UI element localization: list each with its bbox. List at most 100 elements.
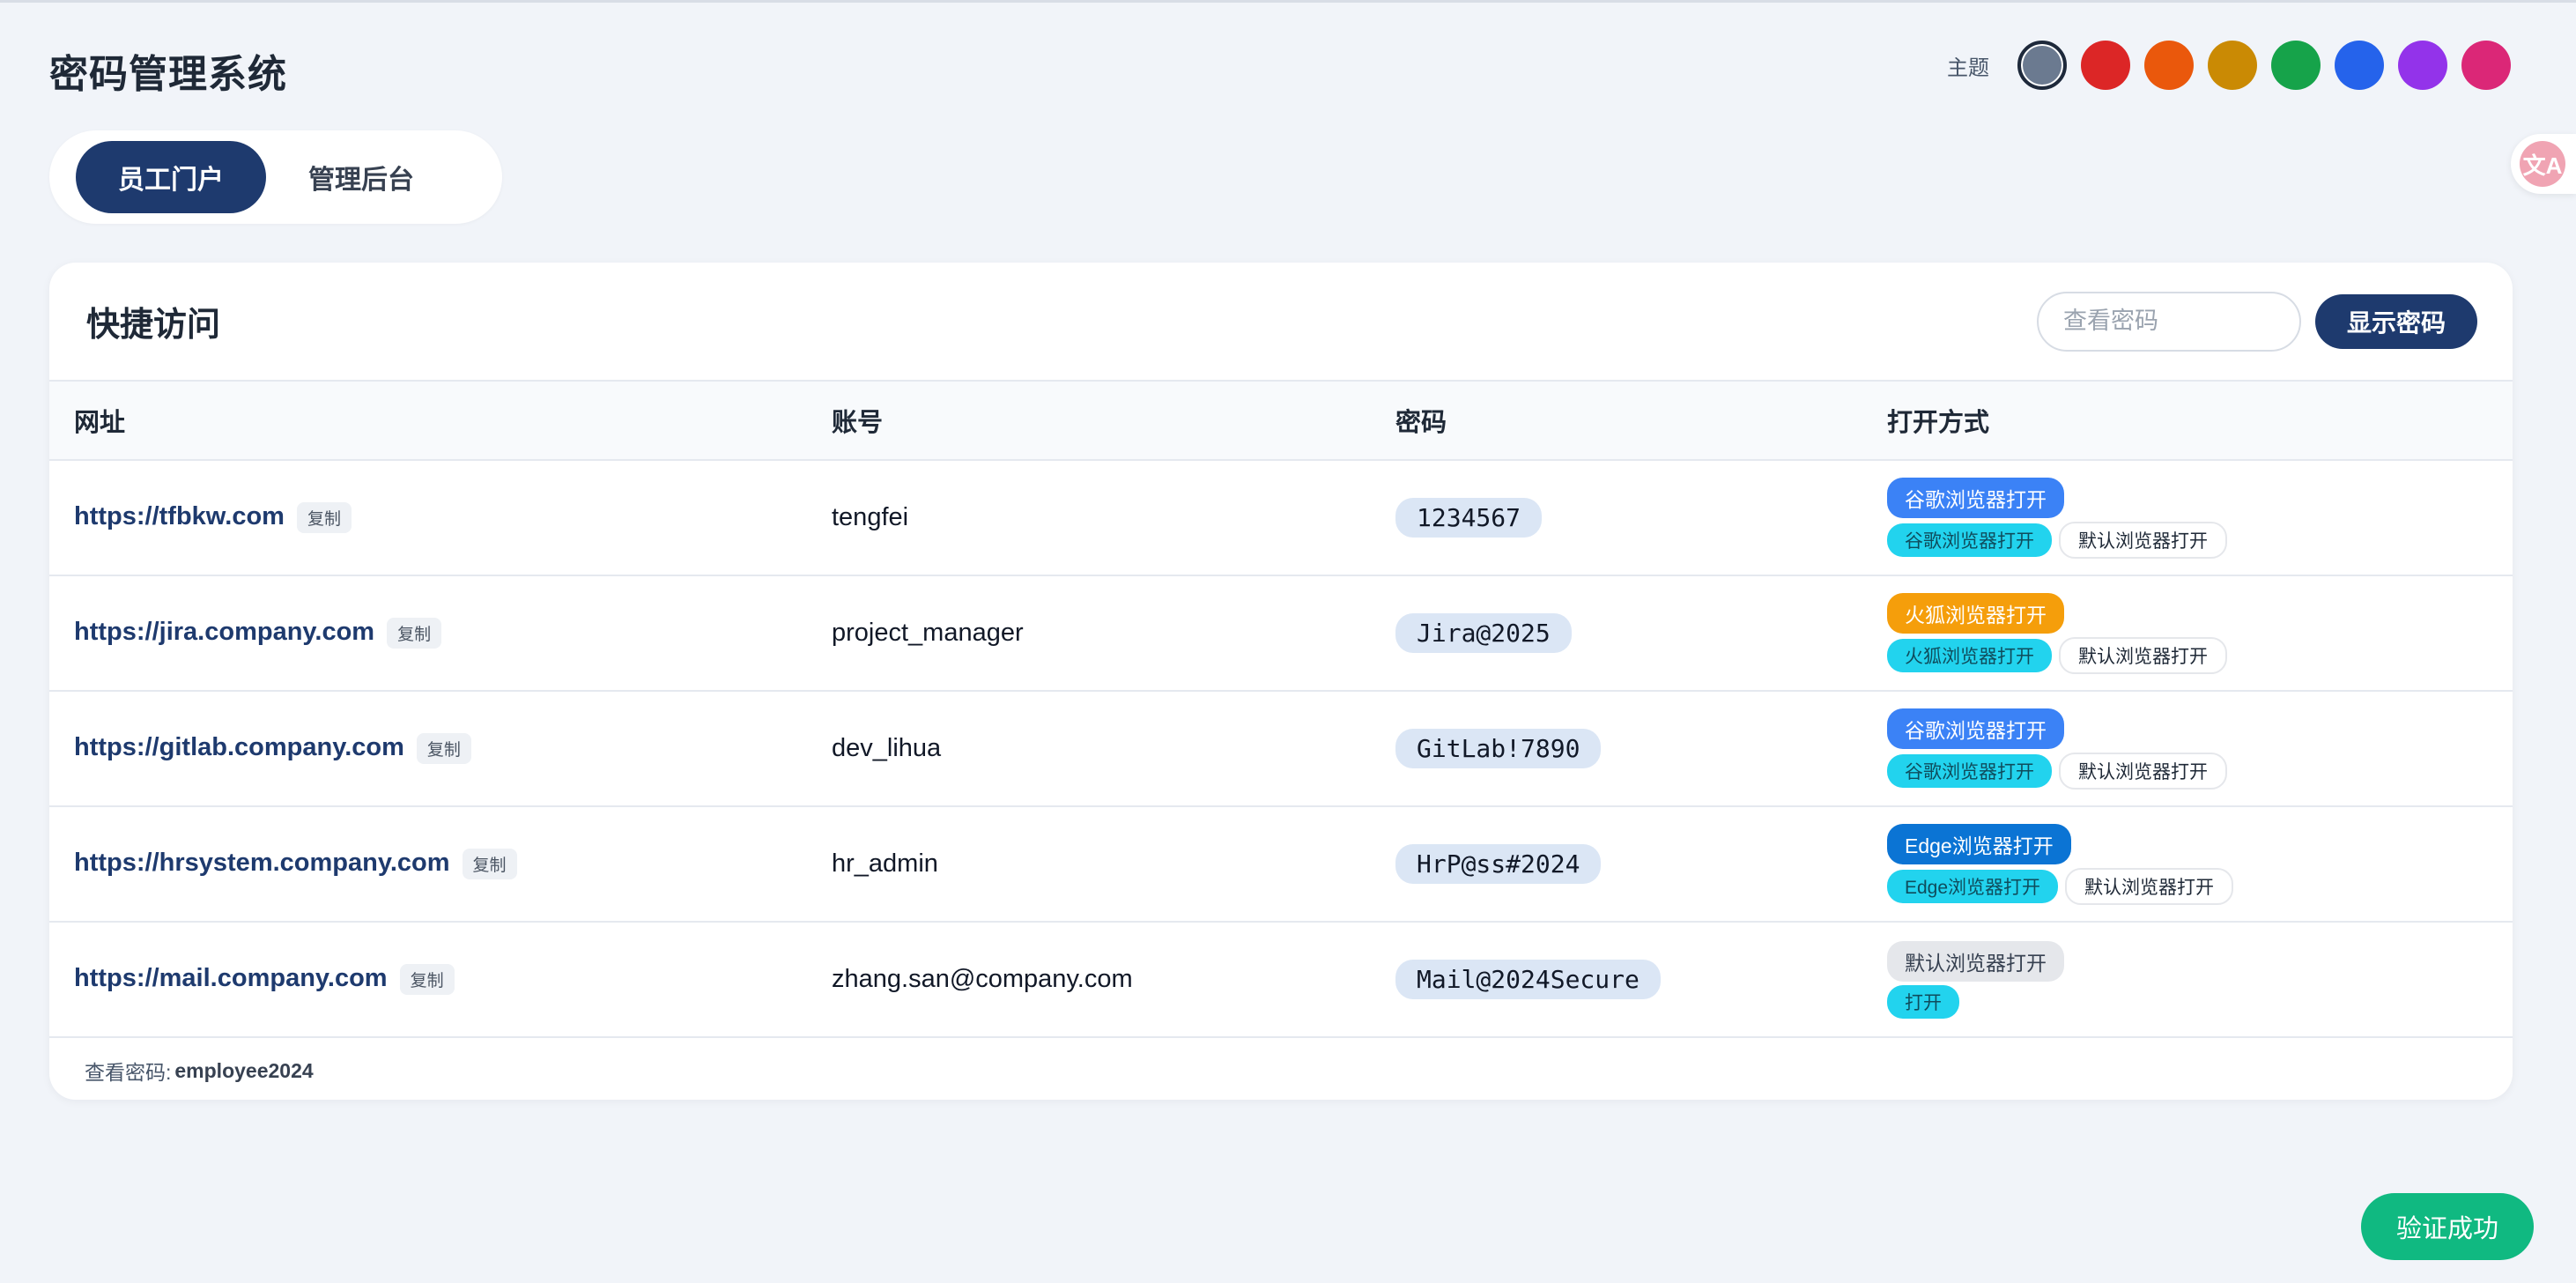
open-options-row: 谷歌浏览器打开 默认浏览器打开 xyxy=(1887,521,2227,559)
copy-button[interactable]: 复制 xyxy=(416,733,471,764)
open-method-cell: 默认浏览器打开 打开 xyxy=(1887,922,2513,1038)
page-title: 密码管理系统 xyxy=(49,53,287,96)
open-browser-alt-button[interactable]: 谷歌浏览器打开 xyxy=(1887,523,2052,557)
password-cell: 1234567 xyxy=(1395,460,1887,576)
password-chip[interactable]: Mail@2024Secure xyxy=(1395,960,1661,999)
password-chip[interactable]: GitLab!7890 xyxy=(1395,729,1602,768)
theme-swatch[interactable] xyxy=(2398,41,2447,90)
account-cell: zhang.san@company.com xyxy=(832,922,1395,1038)
account-text: zhang.san@company.com xyxy=(832,965,1133,993)
open-options-row: 火狐浏览器打开 默认浏览器打开 xyxy=(1887,636,2227,674)
theme-swatch[interactable] xyxy=(2461,41,2511,90)
open-browser-alt-button[interactable]: 打开 xyxy=(1887,984,1959,1019)
copy-button[interactable]: 复制 xyxy=(387,618,442,649)
account-text: project_manager xyxy=(832,619,1024,647)
open-browser-button[interactable]: 火狐浏览器打开 xyxy=(1887,592,2064,634)
theme-swatch[interactable] xyxy=(2017,41,2067,90)
open-browser-button[interactable]: 默认浏览器打开 xyxy=(1887,940,2064,982)
account-cell: tengfei xyxy=(832,460,1395,576)
password-cell: Mail@2024Secure xyxy=(1395,922,1887,1038)
open-browser-alt-button[interactable]: 火狐浏览器打开 xyxy=(1887,638,2052,672)
card-footer: 查看密码: employee2024 xyxy=(49,1038,2513,1100)
open-method-group: 谷歌浏览器打开 谷歌浏览器打开 默认浏览器打开 xyxy=(1887,708,2513,790)
password-chip[interactable]: HrP@ss#2024 xyxy=(1395,844,1602,884)
url-link[interactable]: https://tfbkw.com xyxy=(74,502,285,530)
table-row: https://tfbkw.com 复制 tengfei 1234567 谷歌浏览器打开… xyxy=(49,460,2513,576)
url-link[interactable]: https://hrsystem.company.com xyxy=(74,849,450,877)
password-cell: HrP@ss#2024 xyxy=(1395,806,1887,923)
open-default-browser-button[interactable]: 默认浏览器打开 xyxy=(2059,521,2227,559)
view-password-input[interactable] xyxy=(2036,291,2301,352)
column-header-password: 密码 xyxy=(1395,380,1887,461)
card-actions: 显示密码 xyxy=(2036,291,2477,352)
open-browser-button[interactable]: 谷歌浏览器打开 xyxy=(1887,708,2064,749)
password-cell: Jira@2025 xyxy=(1395,575,1887,692)
url-cell: https://tfbkw.com 复制 xyxy=(49,460,832,576)
open-method-cell: 谷歌浏览器打开 谷歌浏览器打开 默认浏览器打开 xyxy=(1887,460,2513,576)
url-cell: https://gitlab.company.com 复制 xyxy=(49,691,832,807)
column-header-account: 账号 xyxy=(832,380,1395,461)
translate-button[interactable]: 文A xyxy=(2511,134,2576,194)
theme-swatch[interactable] xyxy=(2144,41,2194,90)
open-method-cell: 火狐浏览器打开 火狐浏览器打开 默认浏览器打开 xyxy=(1887,575,2513,692)
open-method-group: 默认浏览器打开 打开 xyxy=(1887,940,2513,1019)
open-browser-button[interactable]: Edge浏览器打开 xyxy=(1887,823,2071,864)
open-method-cell: Edge浏览器打开 Edge浏览器打开 默认浏览器打开 xyxy=(1887,806,2513,923)
top-border xyxy=(0,0,2576,3)
tab-admin-console[interactable]: 管理后台 xyxy=(266,141,456,213)
open-default-browser-button[interactable]: 默认浏览器打开 xyxy=(2059,752,2227,790)
table-row: https://jira.company.com 复制 project_manage… xyxy=(49,575,2513,692)
table-row: https://hrsystem.company.com 复制 hr_admin Hr… xyxy=(49,806,2513,923)
quick-access-card: 快捷访问 显示密码 网址 账号 密码 打开方式 https://tfbkw.co… xyxy=(49,263,2513,1100)
copy-button[interactable]: 复制 xyxy=(296,502,352,533)
table-row: https://gitlab.company.com 复制 dev_lihua Git… xyxy=(49,691,2513,807)
copy-button[interactable]: 复制 xyxy=(462,849,517,879)
tab-employee-portal[interactable]: 员工门户 xyxy=(76,141,266,213)
theme-label: 主题 xyxy=(1947,56,1989,80)
theme-swatch[interactable] xyxy=(2208,41,2257,90)
open-browser-alt-button[interactable]: 谷歌浏览器打开 xyxy=(1887,753,2052,788)
portal-tab-switch: 员工门户 管理后台 xyxy=(49,130,502,224)
translate-icon: 文A xyxy=(2520,141,2565,187)
account-text: hr_admin xyxy=(832,849,938,878)
open-method-group: 谷歌浏览器打开 谷歌浏览器打开 默认浏览器打开 xyxy=(1887,477,2513,559)
card-header: 快捷访问 显示密码 xyxy=(49,263,2513,380)
password-chip[interactable]: 1234567 xyxy=(1395,498,1543,538)
theme-swatch-list xyxy=(2003,41,2511,90)
url-cell: https://jira.company.com 复制 xyxy=(49,575,832,692)
theme-swatch[interactable] xyxy=(2081,41,2130,90)
credentials-table: 网址 账号 密码 打开方式 https://tfbkw.com 复制 tengfei… xyxy=(49,380,2513,1038)
column-header-open-method: 打开方式 xyxy=(1887,380,2513,461)
password-chip[interactable]: Jira@2025 xyxy=(1395,613,1572,653)
account-cell: dev_lihua xyxy=(832,691,1395,807)
show-password-button[interactable]: 显示密码 xyxy=(2314,293,2477,349)
url-link[interactable]: https://jira.company.com xyxy=(74,618,374,646)
theme-swatch[interactable] xyxy=(2335,41,2384,90)
password-cell: GitLab!7890 xyxy=(1395,691,1887,807)
open-browser-button[interactable]: 谷歌浏览器打开 xyxy=(1887,477,2064,518)
open-options-row: Edge浏览器打开 默认浏览器打开 xyxy=(1887,867,2234,905)
account-text: tengfei xyxy=(832,503,909,531)
footer-password-hint: employee2024 xyxy=(174,1058,314,1082)
card-title: 快捷访问 xyxy=(86,307,221,344)
open-method-group: Edge浏览器打开 Edge浏览器打开 默认浏览器打开 xyxy=(1887,823,2513,905)
url-cell: https://mail.company.com 复制 xyxy=(49,922,832,1038)
open-default-browser-button[interactable]: 默认浏览器打开 xyxy=(2065,867,2234,905)
account-text: dev_lihua xyxy=(832,734,942,762)
open-default-browser-button[interactable]: 默认浏览器打开 xyxy=(2059,636,2227,674)
column-header-url: 网址 xyxy=(49,380,832,461)
open-method-group: 火狐浏览器打开 火狐浏览器打开 默认浏览器打开 xyxy=(1887,592,2513,674)
table-header-row: 网址 账号 密码 打开方式 xyxy=(49,380,2513,461)
account-cell: project_manager xyxy=(832,575,1395,692)
success-toast: 验证成功 xyxy=(2360,1193,2534,1260)
table-row: https://mail.company.com 复制 zhang.san@comp… xyxy=(49,922,2513,1038)
open-options-row: 打开 xyxy=(1887,984,1959,1019)
theme-picker: 主题 xyxy=(1947,41,2511,90)
theme-swatch[interactable] xyxy=(2271,41,2321,90)
url-link[interactable]: https://gitlab.company.com xyxy=(74,733,404,761)
url-link[interactable]: https://mail.company.com xyxy=(74,964,388,992)
footer-label: 查看密码: xyxy=(85,1061,172,1084)
copy-button[interactable]: 复制 xyxy=(399,964,455,995)
open-browser-alt-button[interactable]: Edge浏览器打开 xyxy=(1887,869,2059,903)
open-method-cell: 谷歌浏览器打开 谷歌浏览器打开 默认浏览器打开 xyxy=(1887,691,2513,807)
